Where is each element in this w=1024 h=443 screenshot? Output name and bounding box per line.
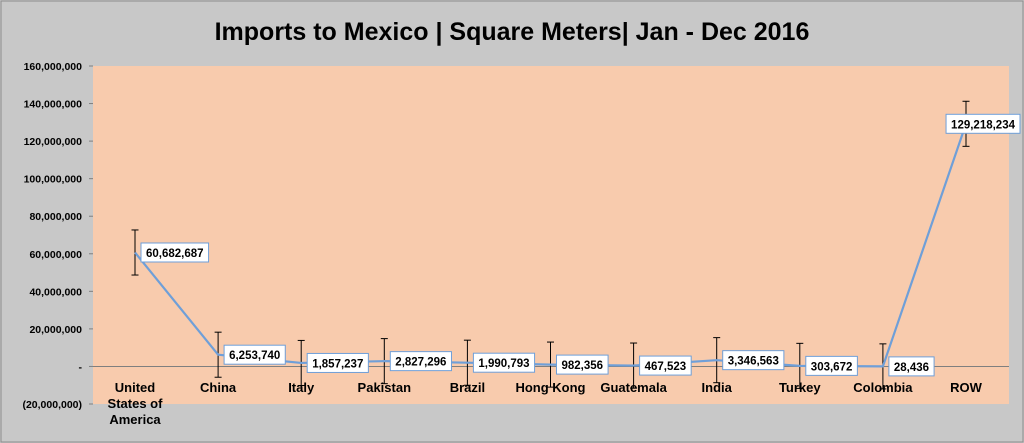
chart-title: Imports to Mexico | Square Meters| Jan -…	[215, 18, 810, 46]
y-tick-label: 40,000,000	[29, 286, 82, 298]
y-tick-label: -	[79, 361, 83, 373]
x-tick-label: Hong Kong	[515, 380, 585, 395]
data-label: 3,346,563	[722, 350, 785, 371]
y-tick-label: (20,000,000)	[22, 399, 82, 411]
data-label: 1,990,793	[472, 352, 536, 373]
y-tick-label: 140,000,000	[24, 99, 83, 111]
data-label-text: 129,218,234	[951, 119, 1016, 131]
y-tick-label: 160,000,000	[24, 61, 83, 73]
x-tick-label: China	[200, 380, 237, 395]
x-tick-label-line: China	[200, 380, 237, 395]
x-tick-label: Colombia	[853, 380, 913, 395]
x-tick-label: India	[702, 380, 733, 395]
x-tick-label: Brazil	[450, 380, 485, 395]
x-tick-label-line: Italy	[288, 380, 315, 395]
data-label: 6,253,740	[223, 344, 286, 365]
data-label-text: 467,523	[645, 361, 687, 373]
x-tick-label: Italy	[288, 380, 315, 395]
data-label: 28,436	[888, 356, 935, 377]
y-tick-label: 100,000,000	[24, 174, 83, 186]
x-tick-label-line: Pakistan	[358, 380, 412, 395]
data-label: 2,827,296	[389, 351, 452, 372]
data-label: 1,857,237	[306, 352, 369, 373]
y-tick-label: 120,000,000	[24, 136, 83, 148]
data-label-text: 60,682,687	[146, 248, 204, 260]
data-label: 60,682,687	[140, 242, 210, 263]
x-tick-label: ROW	[950, 380, 983, 395]
data-label-text: 982,356	[562, 360, 604, 372]
x-tick-label-line: Guatemala	[600, 380, 667, 395]
data-label: 129,218,234	[945, 113, 1021, 134]
x-tick-label-line: Turkey	[779, 380, 821, 395]
y-tick-label: 60,000,000	[29, 249, 82, 261]
y-axis-ticks: (20,000,000) - 20,000,000 40,000,000 60,000,…	[22, 61, 93, 411]
x-tick-label: Pakistan	[358, 380, 412, 395]
x-tick-label-line: ROW	[950, 380, 983, 395]
data-label-text: 303,672	[811, 361, 853, 373]
x-tick-label-line: Brazil	[450, 380, 485, 395]
data-label: 303,672	[805, 355, 858, 376]
x-tick-label-line: United	[115, 380, 156, 395]
data-label-text: 1,990,793	[478, 358, 529, 370]
line-chart: Imports to Mexico | Square Meters| Jan -…	[0, 0, 1024, 443]
data-label: 467,523	[639, 355, 692, 376]
x-tick-label-line: India	[702, 380, 733, 395]
data-label-text: 3,346,563	[728, 356, 779, 368]
data-label-text: 1,857,237	[312, 358, 363, 370]
y-tick-label: 20,000,000	[29, 324, 82, 336]
data-label-text: 6,253,740	[229, 350, 280, 362]
data-label-text: 28,436	[894, 362, 929, 374]
x-tick-label-line: Colombia	[853, 380, 913, 395]
x-tick-label: United States of America	[108, 380, 164, 427]
y-tick-label: 80,000,000	[29, 211, 82, 223]
x-tick-label: Guatemala	[600, 380, 667, 395]
x-tick-label: Turkey	[779, 380, 821, 395]
data-label-text: 2,827,296	[395, 357, 446, 369]
x-tick-label-line: America	[109, 412, 161, 427]
chart-root: Imports to Mexico | Square Meters| Jan -…	[0, 0, 1024, 443]
x-tick-label-line: Hong Kong	[515, 380, 585, 395]
x-tick-label-line: States of	[108, 396, 164, 411]
data-label: 982,356	[556, 354, 609, 375]
